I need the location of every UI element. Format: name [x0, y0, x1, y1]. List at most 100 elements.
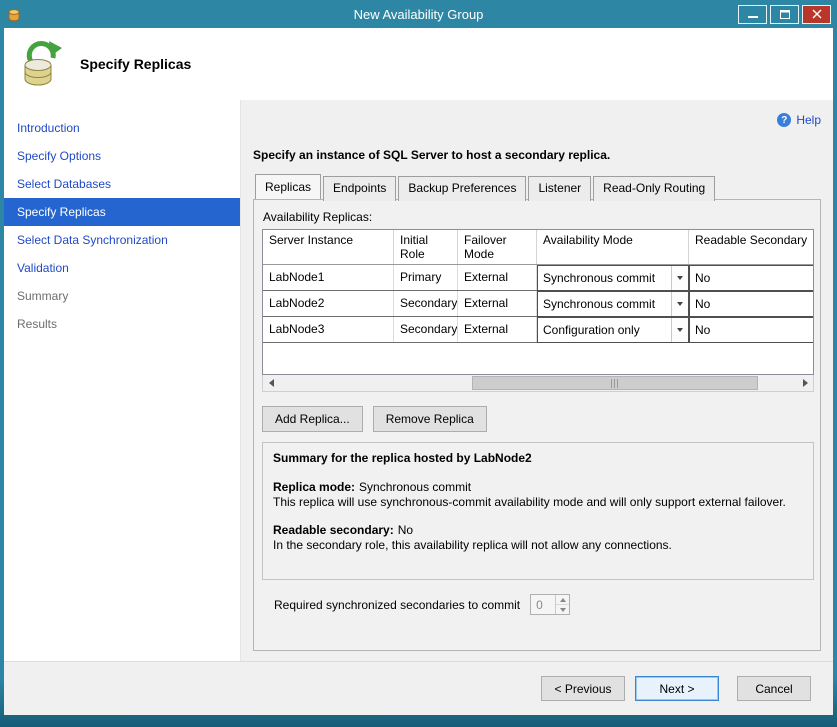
sidebar-item-summary: Summary	[4, 282, 240, 310]
sidebar-item-select-data-synchronization[interactable]: Select Data Synchronization	[4, 226, 240, 254]
tab-read-only-routing[interactable]: Read-Only Routing	[593, 176, 715, 201]
cancel-button[interactable]: Cancel	[737, 676, 811, 701]
help-link[interactable]: ? Help	[253, 112, 821, 128]
maximize-button[interactable]	[770, 5, 799, 24]
summary-title: Summary for the replica hosted by LabNod…	[273, 451, 803, 466]
sidebar-item-label: Specify Options	[17, 149, 101, 163]
replica-mode-description: This replica will use synchronous-commit…	[273, 495, 803, 510]
minimize-button[interactable]	[738, 5, 767, 24]
cell-initial-role: Secondary	[394, 317, 458, 342]
availability-mode-value: Synchronous commit	[543, 271, 655, 285]
main-pane: ? Help Specify an instance of SQL Server…	[241, 100, 833, 661]
tab-label: Read-Only Routing	[603, 181, 705, 195]
stepper-buttons	[555, 595, 569, 614]
readable-secondary-dropdown[interactable]: No	[689, 317, 814, 343]
col-readable-secondary: Readable Secondary	[689, 230, 814, 264]
availability-mode-dropdown[interactable]: Synchronous commit	[537, 265, 689, 291]
arrow-left-icon[interactable]	[263, 375, 279, 391]
dialog-body: Specify Replicas Introduction Specify Op…	[4, 28, 833, 715]
add-replica-button[interactable]: Add Replica...	[262, 406, 363, 432]
tab-replicas[interactable]: Replicas	[255, 174, 321, 199]
tab-label: Listener	[538, 181, 581, 195]
readable-secondary-value: No	[695, 271, 710, 285]
replicas-grid[interactable]: Server Instance Initial Role Failover Mo…	[262, 229, 814, 375]
sidebar-item-label: Introduction	[17, 121, 80, 135]
minimize-icon	[748, 10, 758, 19]
chevron-down-icon[interactable]	[671, 292, 688, 316]
page-title: Specify Replicas	[80, 56, 191, 72]
scrollbar-thumb[interactable]	[472, 376, 758, 390]
horizontal-scrollbar[interactable]	[262, 375, 814, 392]
replica-summary-box: Summary for the replica hosted by LabNod…	[262, 442, 814, 580]
readable-secondary-dropdown[interactable]: No	[689, 291, 814, 317]
remove-replica-button[interactable]: Remove Replica	[373, 406, 487, 432]
commit-secondaries-stepper[interactable]: 0	[530, 594, 570, 615]
help-label: Help	[796, 113, 821, 127]
sidebar-item-specify-replicas[interactable]: Specify Replicas	[4, 198, 240, 226]
sidebar-item-label: Results	[17, 317, 57, 331]
arrow-right-icon[interactable]	[797, 375, 813, 391]
previous-button[interactable]: < Previous	[541, 676, 625, 701]
readable-secondary-label: Readable secondary:	[273, 523, 394, 537]
cell-failover-mode: External	[458, 317, 537, 342]
titlebar[interactable]: New Availability Group	[4, 0, 833, 28]
tab-label: Replicas	[265, 180, 311, 194]
database-sync-icon	[18, 37, 64, 92]
commit-secondaries-value: 0	[531, 598, 555, 612]
sidebar-item-validation[interactable]: Validation	[4, 254, 240, 282]
readable-secondary-line: Readable secondary: No	[273, 523, 803, 538]
close-button[interactable]	[802, 5, 831, 24]
tab-backup-preferences[interactable]: Backup Preferences	[398, 176, 526, 201]
next-button[interactable]: Next >	[635, 676, 719, 701]
scrollbar-grip	[611, 379, 620, 388]
tab-label: Backup Preferences	[408, 181, 516, 195]
cell-failover-mode: External	[458, 265, 537, 290]
cell-server-instance: LabNode1	[263, 265, 394, 290]
close-icon	[812, 9, 822, 19]
availability-replicas-label: Availability Replicas:	[263, 210, 812, 224]
readable-secondary-value: No	[695, 297, 710, 311]
arrow-up-icon[interactable]	[556, 595, 569, 605]
wizard-steps-sidebar: Introduction Specify Options Select Data…	[4, 100, 241, 661]
availability-mode-dropdown[interactable]: Configuration only	[537, 317, 689, 343]
grid-header-row: Server Instance Initial Role Failover Mo…	[263, 230, 814, 265]
sidebar-item-label: Select Databases	[17, 177, 111, 191]
commit-secondaries-row: Required synchronized secondaries to com…	[262, 594, 812, 615]
replicas-tab-panel: Availability Replicas: Server Instance I…	[253, 199, 821, 651]
commit-secondaries-label: Required synchronized secondaries to com…	[274, 598, 520, 612]
availability-mode-value: Configuration only	[543, 323, 640, 337]
chevron-down-icon[interactable]	[671, 266, 688, 290]
table-row: LabNode1 Primary External Synchronous co…	[263, 265, 814, 291]
sidebar-item-introduction[interactable]: Introduction	[4, 114, 240, 142]
sidebar-item-results: Results	[4, 310, 240, 338]
replica-mode-value: Synchronous commit	[359, 480, 471, 494]
cell-server-instance: LabNode3	[263, 317, 394, 342]
readable-secondary-description: In the secondary role, this availability…	[273, 538, 803, 553]
tab-listener[interactable]: Listener	[528, 176, 591, 201]
availability-mode-value: Synchronous commit	[543, 297, 655, 311]
tab-strip: Replicas Endpoints Backup Preferences Li…	[253, 174, 821, 199]
readable-secondary-dropdown[interactable]: No	[689, 265, 814, 291]
cell-initial-role: Secondary	[394, 291, 458, 316]
cell-failover-mode: External	[458, 291, 537, 316]
sidebar-item-specify-options[interactable]: Specify Options	[4, 142, 240, 170]
window-controls	[738, 5, 831, 24]
tab-endpoints[interactable]: Endpoints	[323, 176, 396, 201]
sidebar-item-select-databases[interactable]: Select Databases	[4, 170, 240, 198]
readable-secondary-value: No	[398, 523, 413, 537]
availability-mode-dropdown[interactable]: Synchronous commit	[537, 291, 689, 317]
wizard-footer: < Previous Next > Cancel	[4, 661, 833, 715]
maximize-icon	[780, 10, 790, 19]
new-availability-group-window: New Availability Group	[0, 0, 837, 727]
sidebar-item-label: Summary	[17, 289, 68, 303]
readable-secondary-value: No	[695, 323, 710, 337]
col-initial-role: Initial Role	[394, 230, 458, 264]
instruction-text: Specify an instance of SQL Server to hos…	[253, 148, 821, 162]
cell-server-instance: LabNode2	[263, 291, 394, 316]
window-title: New Availability Group	[354, 7, 484, 22]
col-server-instance: Server Instance	[263, 230, 394, 264]
chevron-down-icon[interactable]	[671, 318, 688, 342]
col-failover-mode: Failover Mode	[458, 230, 537, 264]
arrow-down-icon[interactable]	[556, 605, 569, 614]
replica-mode-line: Replica mode:Synchronous commit	[273, 480, 803, 495]
